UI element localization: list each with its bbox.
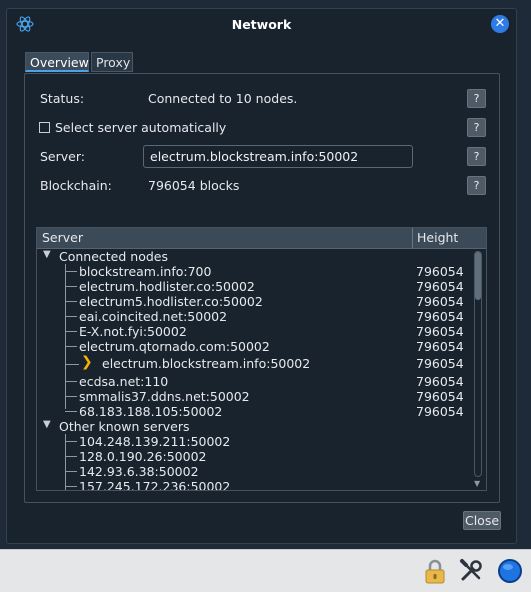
close-button[interactable]: Close	[463, 511, 501, 530]
table-row-current-server[interactable]: ❯ electrum.blockstream.info:50002 796054	[37, 354, 469, 373]
server-height: 796054	[416, 309, 464, 324]
title-bar: Network ✕	[7, 9, 516, 39]
scroll-down-icon[interactable]: ▼	[474, 479, 480, 488]
table-row[interactable]: electrum5.hodlister.co:50002 796054	[37, 294, 469, 309]
server-height: 796054	[416, 324, 464, 339]
tab-proxy[interactable]: Proxy	[91, 52, 133, 72]
auto-select-label: Select server automatically	[55, 120, 227, 135]
table-row[interactable]: electrum.hodlister.co:50002 796054	[37, 279, 469, 294]
column-header-height[interactable]: Height	[417, 230, 458, 245]
tab-overview[interactable]: Overview	[25, 52, 89, 72]
server-height: 796054	[416, 279, 464, 294]
network-dialog: Network ✕ Overview Proxy Status: Connect…	[6, 8, 517, 544]
server-name: 104.248.139.211:50002	[79, 434, 231, 449]
server-name: electrum.hodlister.co:50002	[79, 279, 255, 294]
auto-select-checkbox[interactable]	[39, 122, 50, 133]
tree-branch-line	[65, 486, 77, 487]
table-row[interactable]: 68.183.188.105:50002 796054	[37, 404, 469, 419]
tree-branch-line	[65, 331, 77, 332]
table-row[interactable]: ecdsa.net:110 796054	[37, 374, 469, 389]
tree-branch-line	[65, 441, 77, 442]
server-height: 796054	[416, 264, 464, 279]
chevron-down-icon[interactable]: ▼	[43, 419, 51, 430]
server-name: E-X.not.fyi:50002	[79, 324, 187, 339]
tree-header: Server Height	[37, 228, 486, 249]
server-label: Server:	[40, 149, 85, 164]
group-connected-nodes[interactable]: ▼ Connected nodes	[37, 249, 469, 264]
table-row[interactable]: 104.248.139.211:50002	[37, 434, 469, 449]
server-name: eai.coincited.net:50002	[79, 309, 228, 324]
tree-branch-line	[65, 381, 77, 382]
tree-branch-line	[65, 316, 77, 317]
status-help-button[interactable]: ?	[467, 89, 486, 108]
chevron-down-icon[interactable]: ▼	[43, 249, 51, 260]
server-height: 796054	[416, 294, 464, 309]
status-label: Status:	[40, 91, 85, 106]
tree-branch-line	[65, 456, 77, 457]
current-server-chevron-icon: ❯	[81, 354, 93, 370]
server-tree[interactable]: Server Height ▼ Connected nodes blockstr…	[36, 227, 487, 491]
table-row[interactable]: electrum.qtornado.com:50002 796054	[37, 339, 469, 354]
table-row[interactable]: 142.93.6.38:50002	[37, 464, 469, 479]
status-bar	[0, 549, 531, 592]
vertical-scrollbar[interactable]: ▲ ▼	[472, 249, 484, 490]
lock-icon[interactable]	[422, 558, 448, 584]
table-row[interactable]: eai.coincited.net:50002 796054	[37, 309, 469, 324]
column-header-server[interactable]: Server	[42, 230, 83, 245]
server-name: 142.93.6.38:50002	[79, 464, 199, 479]
dialog-title: Network	[231, 17, 292, 32]
server-help-button[interactable]: ?	[467, 147, 486, 166]
close-icon[interactable]: ✕	[491, 15, 509, 33]
server-name: 128.0.190.26:50002	[79, 449, 207, 464]
group-other-servers[interactable]: ▼ Other known servers	[37, 419, 469, 434]
group-label: Other known servers	[59, 419, 190, 434]
blockchain-help-button[interactable]: ?	[467, 176, 486, 195]
tree-branch-line	[65, 271, 77, 272]
column-separator	[412, 228, 413, 248]
server-height: 796054	[416, 389, 464, 404]
server-input[interactable]: electrum.blockstream.info:50002	[143, 145, 413, 168]
server-name: 68.183.188.105:50002	[79, 404, 223, 419]
server-height: 796054	[416, 356, 464, 371]
tree-branch-line	[65, 301, 77, 302]
auto-select-help-button[interactable]: ?	[467, 118, 486, 137]
table-row[interactable]: E-X.not.fyi:50002 796054	[37, 324, 469, 339]
status-value: Connected to 10 nodes.	[148, 91, 298, 106]
scroll-thumb[interactable]	[475, 252, 481, 300]
server-height: 796054	[416, 404, 464, 419]
tree-branch-line	[65, 286, 77, 287]
preferences-icon[interactable]	[458, 558, 484, 584]
table-row[interactable]: 157.245.172.236:50002	[37, 479, 469, 491]
group-label: Connected nodes	[59, 249, 168, 264]
server-name: blockstream.info:700	[79, 264, 212, 279]
tree-branch-line	[65, 411, 77, 412]
tree-branch-line	[65, 471, 77, 472]
server-name: smmalis37.ddns.net:50002	[79, 389, 250, 404]
blockchain-label: Blockchain:	[40, 178, 112, 193]
server-name: electrum.blockstream.info:50002	[102, 356, 311, 371]
tree-branch-line	[65, 364, 79, 365]
server-height: 796054	[416, 339, 464, 354]
network-status-icon[interactable]	[497, 558, 523, 584]
server-name: electrum5.hodlister.co:50002	[79, 294, 263, 309]
server-height: 796054	[416, 374, 464, 389]
tree-branch-line	[65, 346, 77, 347]
server-name: 157.245.172.236:50002	[79, 479, 231, 491]
blockchain-value: 796054 blocks	[148, 178, 240, 193]
tree-branch-line	[65, 396, 77, 397]
table-row[interactable]: 128.0.190.26:50002	[37, 449, 469, 464]
server-name: electrum.qtornado.com:50002	[79, 339, 270, 354]
table-row[interactable]: blockstream.info:700 796054	[37, 264, 469, 279]
table-row[interactable]: smmalis37.ddns.net:50002 796054	[37, 389, 469, 404]
server-name: ecdsa.net:110	[79, 374, 169, 389]
